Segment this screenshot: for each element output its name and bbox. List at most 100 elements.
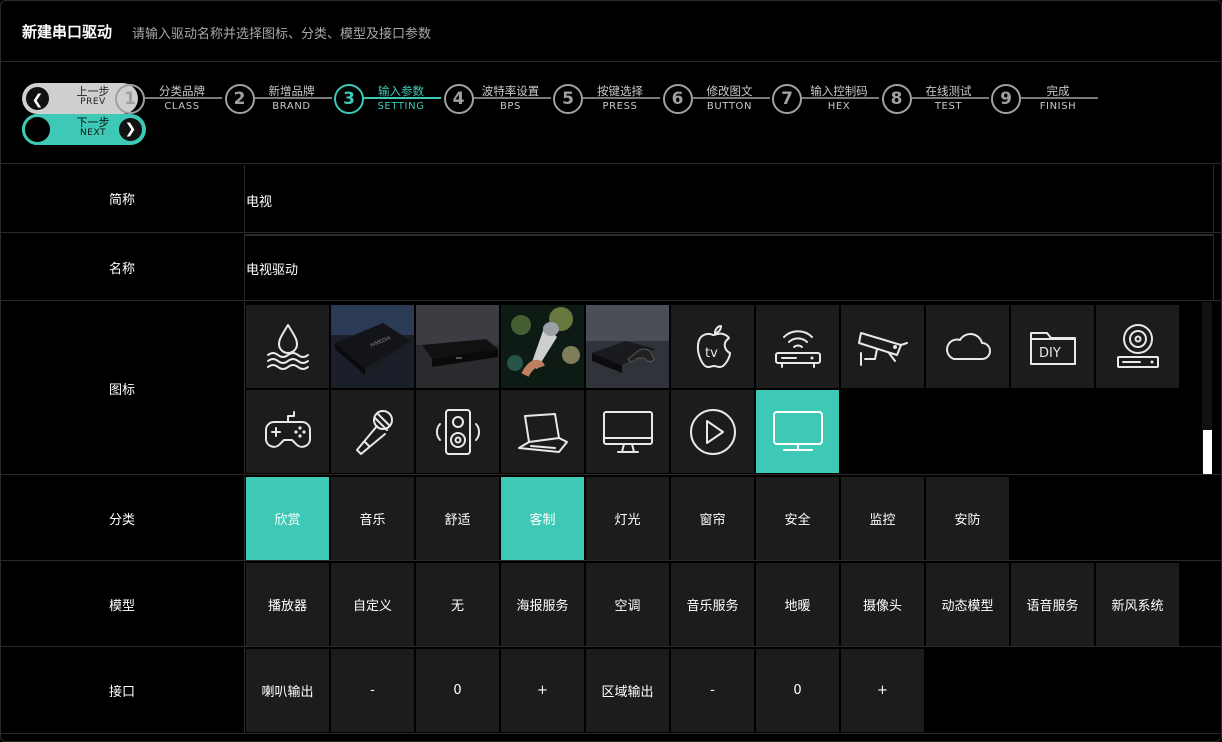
- icon-option[interactable]: [586, 390, 669, 473]
- model-option-label: 空调: [614, 599, 641, 614]
- icon-option[interactable]: [501, 305, 584, 388]
- model-option-label: 无: [450, 599, 464, 614]
- interface-option-label: 0: [793, 683, 802, 698]
- category-option[interactable]: 客制: [501, 477, 584, 560]
- step-1[interactable]: 1 分类品牌 CLASS: [115, 83, 223, 117]
- icon-option[interactable]: [756, 305, 839, 388]
- step-4[interactable]: 4 波特率设置 BPS: [443, 83, 552, 117]
- apple-tv-icon: tv: [685, 319, 741, 375]
- step-label: 输入控制码: [810, 84, 868, 98]
- next-button[interactable]: 下一步 NEXT ❯: [22, 114, 146, 145]
- icon-option[interactable]: [1096, 305, 1179, 388]
- speaker-icon: [430, 404, 486, 460]
- step-wizard: ❮ 上一步 PREV 下一步 NEXT ❯ 1 分类品牌 CLASS 2 新增品牌 BRA…: [0, 63, 1222, 164]
- interface-option[interactable]: 0: [416, 649, 499, 732]
- interface-option-label: -: [370, 683, 375, 698]
- category-option[interactable]: 灯光: [586, 477, 669, 560]
- icon-option[interactable]: [416, 390, 499, 473]
- model-option[interactable]: 语音服务: [1011, 563, 1094, 646]
- icon-option[interactable]: [586, 305, 669, 388]
- cloud-icon: [940, 319, 996, 375]
- step-sublabel: BPS: [499, 101, 522, 112]
- category-option[interactable]: 安全: [756, 477, 839, 560]
- interface-option[interactable]: 喇叭输出: [246, 649, 329, 732]
- step-7[interactable]: 7 输入控制码 HEX: [772, 83, 880, 117]
- category-option[interactable]: 监控: [841, 477, 924, 560]
- model-option[interactable]: 海报服务: [501, 563, 584, 646]
- model-option[interactable]: 自定义: [331, 563, 414, 646]
- icon-option[interactable]: [841, 305, 924, 388]
- chevron-right-icon: ❯: [117, 116, 144, 143]
- step-2[interactable]: 2 新增品牌 BRAND: [224, 83, 333, 117]
- model-option[interactable]: 摄像头: [841, 563, 924, 646]
- icon-option[interactable]: HIMEDIA: [331, 305, 414, 388]
- model-option[interactable]: 地暖: [756, 563, 839, 646]
- laptop-icon: [515, 404, 571, 460]
- step-label: 分类品牌: [159, 84, 205, 98]
- category-option[interactable]: 窗帘: [671, 477, 754, 560]
- step-label: 按键选择: [597, 84, 643, 98]
- category-option-label: 舒适: [444, 513, 471, 528]
- page-subtitle: 请输入驱动名称并选择图标、分类、模型及接口参数: [132, 27, 432, 42]
- category-option[interactable]: 舒适: [416, 477, 499, 560]
- short-name-label: 简称: [0, 165, 245, 232]
- model-option[interactable]: 播放器: [246, 563, 329, 646]
- interface-option[interactable]: 0: [756, 649, 839, 732]
- model-option[interactable]: 无: [416, 563, 499, 646]
- interface-option[interactable]: +: [501, 649, 584, 732]
- step-8[interactable]: 8 在线测试 TEST: [881, 83, 990, 117]
- set-top-box-photo: [416, 305, 499, 388]
- step-label: 输入参数: [378, 84, 424, 98]
- model-option[interactable]: 新风系统: [1096, 563, 1179, 646]
- category-option-label: 监控: [869, 513, 896, 528]
- security-camera-icon: [855, 319, 911, 375]
- icon-option[interactable]: [756, 390, 839, 473]
- name-field[interactable]: 电视驱动: [246, 259, 298, 278]
- step-number: 4: [443, 84, 474, 114]
- category-option[interactable]: 安防: [926, 477, 1009, 560]
- wifi-router-icon: [770, 319, 826, 375]
- model-option-label: 地暖: [784, 599, 811, 614]
- model-option-label: 摄像头: [862, 599, 902, 614]
- interface-option-label: 喇叭输出: [261, 685, 314, 700]
- icon-option[interactable]: [331, 390, 414, 473]
- icon-scrollbar[interactable]: [1202, 302, 1212, 474]
- category-option-label: 安防: [954, 513, 981, 528]
- icon-option[interactable]: [246, 305, 329, 388]
- icon-option[interactable]: tv: [671, 305, 754, 388]
- microphone-icon: [345, 404, 401, 460]
- icon-option[interactable]: [246, 390, 329, 473]
- game-console-photo: [586, 305, 669, 388]
- interface-option[interactable]: +: [841, 649, 924, 732]
- step-6[interactable]: 6 修改图文 BUTTON: [662, 83, 771, 117]
- interface-option-label: +: [877, 683, 888, 698]
- interface-option-label: 0: [453, 683, 462, 698]
- water-waves-icon: [260, 319, 316, 375]
- icon-option[interactable]: [926, 305, 1009, 388]
- step-sublabel: SETTING: [377, 101, 425, 112]
- interface-option-label: 区域输出: [601, 685, 654, 700]
- step-5[interactable]: 5 按键选择 PRESS: [553, 83, 661, 117]
- category-option[interactable]: 欣赏: [246, 477, 329, 560]
- step-3[interactable]: 3 输入参数 SETTING: [334, 83, 442, 117]
- monitor-icon: [600, 404, 656, 460]
- model-option[interactable]: 音乐服务: [671, 563, 754, 646]
- play-icon: [685, 404, 741, 460]
- icon-option[interactable]: [501, 390, 584, 473]
- category-option-label: 音乐: [359, 513, 386, 528]
- icon-option[interactable]: [416, 305, 499, 388]
- interface-option[interactable]: -: [671, 649, 754, 732]
- scrollbar-thumb[interactable]: [1203, 430, 1212, 474]
- step-9[interactable]: 9 完成 FINISH: [991, 83, 1099, 117]
- model-option[interactable]: 空调: [586, 563, 669, 646]
- header: 新建串口驱动 请输入驱动名称并选择图标、分类、模型及接口参数: [0, 0, 1222, 62]
- model-option[interactable]: 动态模型: [926, 563, 1009, 646]
- icon-option[interactable]: DIY: [1011, 305, 1094, 388]
- category-option[interactable]: 音乐: [331, 477, 414, 560]
- short-name-field[interactable]: 电视: [246, 191, 272, 210]
- interface-option[interactable]: 区域输出: [586, 649, 669, 732]
- model-label: 模型: [0, 562, 245, 646]
- disc-player-icon: [1110, 319, 1166, 375]
- interface-option[interactable]: -: [331, 649, 414, 732]
- icon-option[interactable]: [671, 390, 754, 473]
